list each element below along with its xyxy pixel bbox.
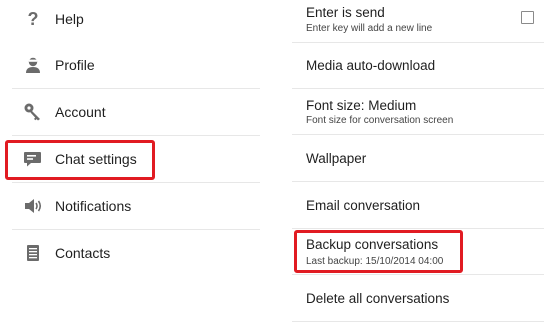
menu-item-notifications[interactable]: Notifications xyxy=(12,183,260,230)
setting-wallpaper[interactable]: Wallpaper xyxy=(292,135,544,182)
enter-is-send-checkbox[interactable] xyxy=(521,11,534,24)
menu-item-help[interactable]: ? Help xyxy=(12,0,260,42)
setting-title: Email conversation xyxy=(306,198,421,213)
menu-item-label: Notifications xyxy=(55,198,132,214)
setting-subtitle: Enter key will add a new line xyxy=(306,23,433,34)
chat-settings-highlight xyxy=(5,140,155,180)
menu-item-label: Help xyxy=(55,11,84,27)
setting-font-size[interactable]: Font size: Medium Font size for conversa… xyxy=(292,89,544,135)
setting-media-auto-download[interactable]: Media auto-download xyxy=(292,43,544,89)
setting-delete-all-conversations[interactable]: Delete all conversations xyxy=(292,275,544,322)
setting-title: Font size: Medium xyxy=(306,98,417,113)
setting-subtitle: Font size for conversation screen xyxy=(306,115,454,126)
backup-conversations-highlight xyxy=(294,230,463,273)
setting-title: Enter is send xyxy=(306,5,385,20)
setting-enter-is-send[interactable]: Enter is send Enter key will add a new l… xyxy=(292,0,544,43)
profile-icon xyxy=(14,53,52,77)
setting-email-conversation[interactable]: Email conversation xyxy=(292,182,544,229)
setting-title: Wallpaper xyxy=(306,151,367,166)
menu-item-label: Account xyxy=(55,104,106,120)
menu-item-contacts[interactable]: Contacts xyxy=(12,230,260,276)
contacts-icon xyxy=(14,241,52,265)
menu-item-label: Profile xyxy=(55,57,95,73)
menu-item-profile[interactable]: Profile xyxy=(12,42,260,89)
key-icon xyxy=(14,100,52,124)
setting-title: Delete all conversations xyxy=(306,291,450,306)
speaker-icon xyxy=(14,194,52,218)
menu-item-label: Contacts xyxy=(55,245,111,261)
setting-title: Media auto-download xyxy=(306,58,436,73)
chat-settings-panel: Enter is send Enter key will add a new l… xyxy=(292,0,544,327)
menu-item-account[interactable]: Account xyxy=(12,89,260,136)
help-icon: ? xyxy=(27,8,39,29)
